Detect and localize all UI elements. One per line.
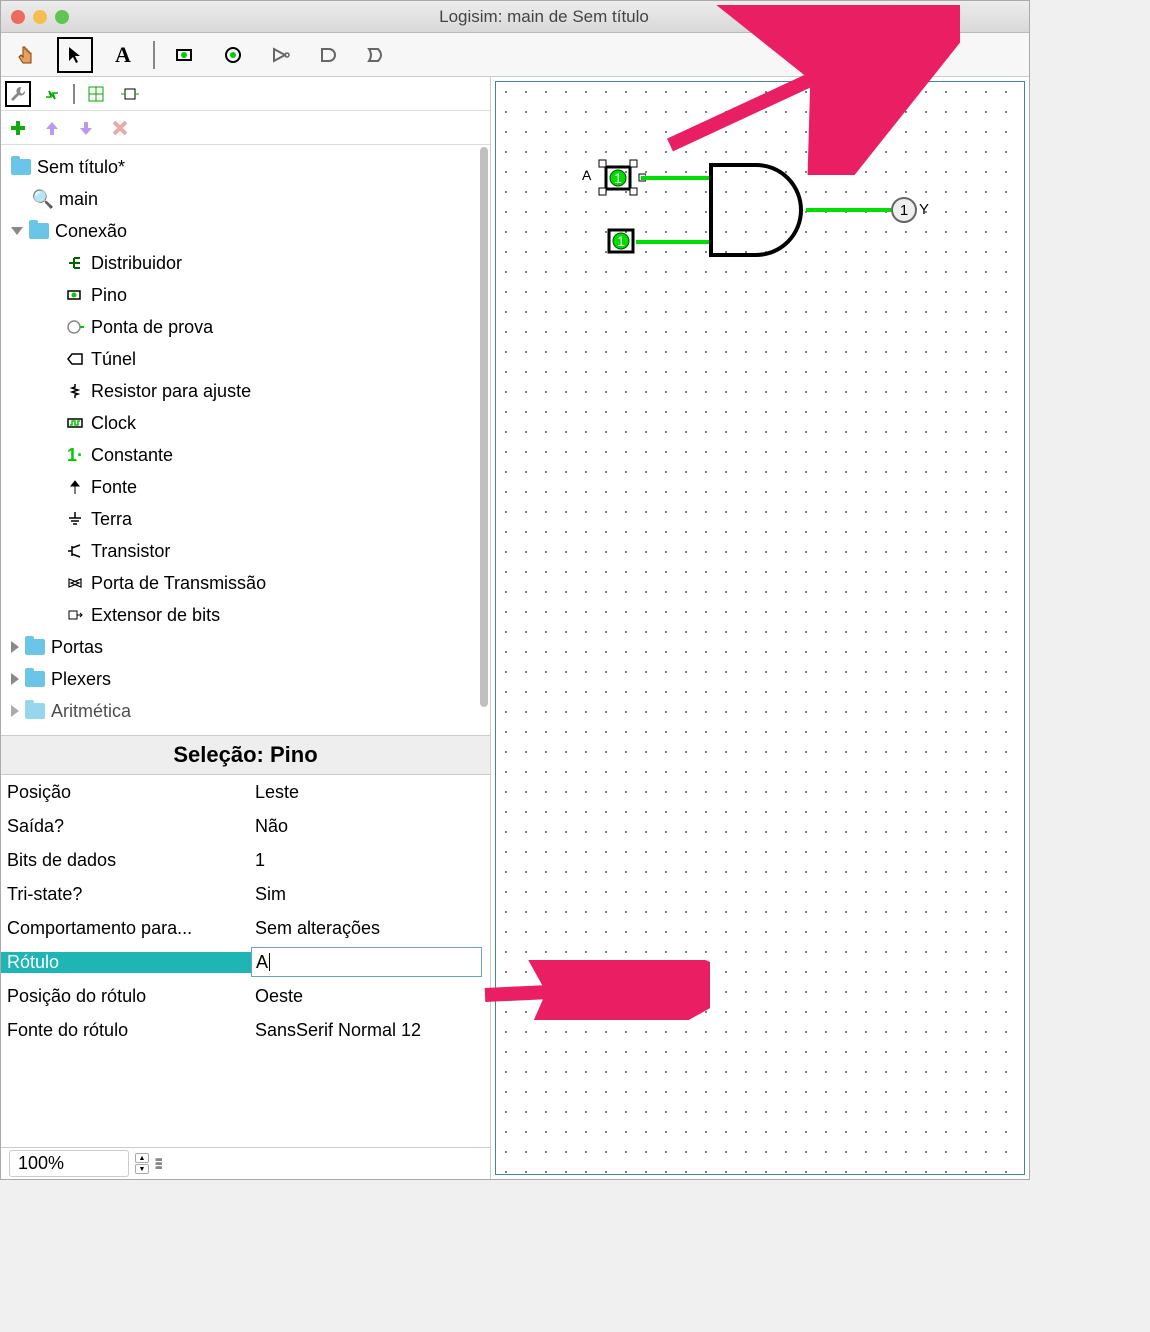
disclosure-open-icon[interactable] [11,227,23,235]
disclosure-closed-icon[interactable] [11,705,19,717]
folder-icon [29,223,49,239]
tree-item-fonte[interactable]: Fonte [5,471,486,503]
zoom-spinner[interactable]: ▲ ▼ [135,1153,149,1174]
simulate-icon[interactable] [39,81,65,107]
disclosure-closed-icon[interactable] [11,641,19,653]
delete-icon[interactable] [107,115,133,141]
prop-row-tristate[interactable]: Tri-state?Sim [1,877,490,911]
select-tool[interactable] [57,37,93,73]
and-gate-tool[interactable] [311,37,347,73]
constant-icon: 1· [65,445,85,465]
down-icon[interactable] [73,115,99,141]
not-gate-tool[interactable] [263,37,299,73]
tree-folder-aritmetica[interactable]: Aritmética [5,695,486,727]
prop-row-posicao-rotulo[interactable]: Posição do rótuloOeste [1,979,490,1013]
component-tree[interactable]: Sem título* 🔍main Conexão Distribuidor P… [1,145,490,735]
probe-icon [65,317,85,337]
properties-title: Seleção: Pino [1,735,490,775]
prop-row-saida[interactable]: Saída?Não [1,809,490,843]
poke-tool[interactable] [9,37,45,73]
add-icon[interactable] [5,115,31,141]
bit-extender-icon [65,605,85,625]
output-label: Y [919,201,929,218]
power-icon [65,477,85,497]
resistor-icon [65,381,85,401]
clock-icon [65,413,85,433]
circuit-canvas[interactable]: 1 A 1 [495,81,1025,1175]
splitter-icon [65,253,85,273]
tree-item-ponta-de-prova[interactable]: Ponta de prova [5,311,486,343]
tree-folder-portas[interactable]: Portas [5,631,486,663]
zoom-value[interactable]: 100% [9,1150,129,1177]
tree-item-resistor[interactable]: Resistor para ajuste [5,375,486,407]
project-toolbar [1,77,490,111]
view-icon[interactable] [83,81,109,107]
rotulo-input[interactable]: A [251,947,482,977]
tree-item-terra[interactable]: Terra [5,503,486,535]
tree-item-constante[interactable]: 1·Constante [5,439,486,471]
tree-item-extensor[interactable]: Extensor de bits [5,599,486,631]
window-title: Logisim: main de Sem título [69,7,1019,27]
tree-root[interactable]: Sem título* [5,151,486,183]
zoom-up-icon[interactable]: ▲ [135,1153,149,1163]
ground-icon [65,509,85,529]
prop-row-rotulo[interactable]: RótuloA [1,945,490,979]
tree-folder-plexers[interactable]: Plexers [5,663,486,695]
minimize-button[interactable] [33,10,47,24]
and-gate[interactable] [706,160,816,265]
disclosure-closed-icon[interactable] [11,673,19,685]
transistor-icon [65,541,85,561]
titlebar: Logisim: main de Sem título [1,1,1029,33]
tree-item-distribuidor[interactable]: Distribuidor [5,247,486,279]
pin-icon [65,285,85,305]
main-toolbar: A [1,33,1029,77]
folder-icon [11,159,31,175]
prop-row-bits[interactable]: Bits de dados1 [1,843,490,877]
chip-icon[interactable] [117,81,143,107]
tree-item-transistor[interactable]: Transistor [5,535,486,567]
maximize-button[interactable] [55,10,69,24]
folder-icon [25,671,45,687]
svg-text:1: 1 [900,202,908,219]
tree-scrollbar[interactable] [480,147,488,707]
magnifier-icon: 🔍 [33,189,53,209]
zoom-down-icon[interactable]: ▼ [135,1164,149,1174]
folder-icon [25,703,45,719]
wrench-icon[interactable] [5,81,31,107]
or-gate-tool[interactable] [359,37,395,73]
tree-main[interactable]: 🔍main [5,183,486,215]
grid-toggle-icon[interactable]: ▪▪▪▪▪▪▪▪▪ [155,1158,161,1170]
output-pin-tool[interactable] [215,37,251,73]
prop-row-comportamento[interactable]: Comportamento para...Sem alterações [1,911,490,945]
tunnel-icon [65,349,85,369]
transmission-gate-icon [65,573,85,593]
separator-icon [153,41,155,69]
tree-item-clock[interactable]: Clock [5,407,486,439]
prop-row-posicao[interactable]: PosiçãoLeste [1,775,490,809]
close-button[interactable] [11,10,25,24]
tree-item-tunel[interactable]: Túnel [5,343,486,375]
up-icon[interactable] [39,115,65,141]
output-pin[interactable]: 1 Y [889,195,919,230]
text-tool[interactable]: A [105,37,141,73]
prop-row-fonte-rotulo[interactable]: Fonte do rótuloSansSerif Normal 12 [1,1013,490,1047]
tree-item-porta-transmissao[interactable]: Porta de Transmissão [5,567,486,599]
tree-folder-conexao[interactable]: Conexão [5,215,486,247]
input-pin-tool[interactable] [167,37,203,73]
folder-icon [25,639,45,655]
zoom-bar: 100% ▲ ▼ ▪▪▪▪▪▪▪▪▪ [1,1147,490,1179]
tree-item-pino[interactable]: Pino [5,279,486,311]
edit-toolbar [1,111,490,145]
separator-icon [73,84,75,104]
properties-table: PosiçãoLeste Saída?Não Bits de dados1 Tr… [1,775,490,1147]
